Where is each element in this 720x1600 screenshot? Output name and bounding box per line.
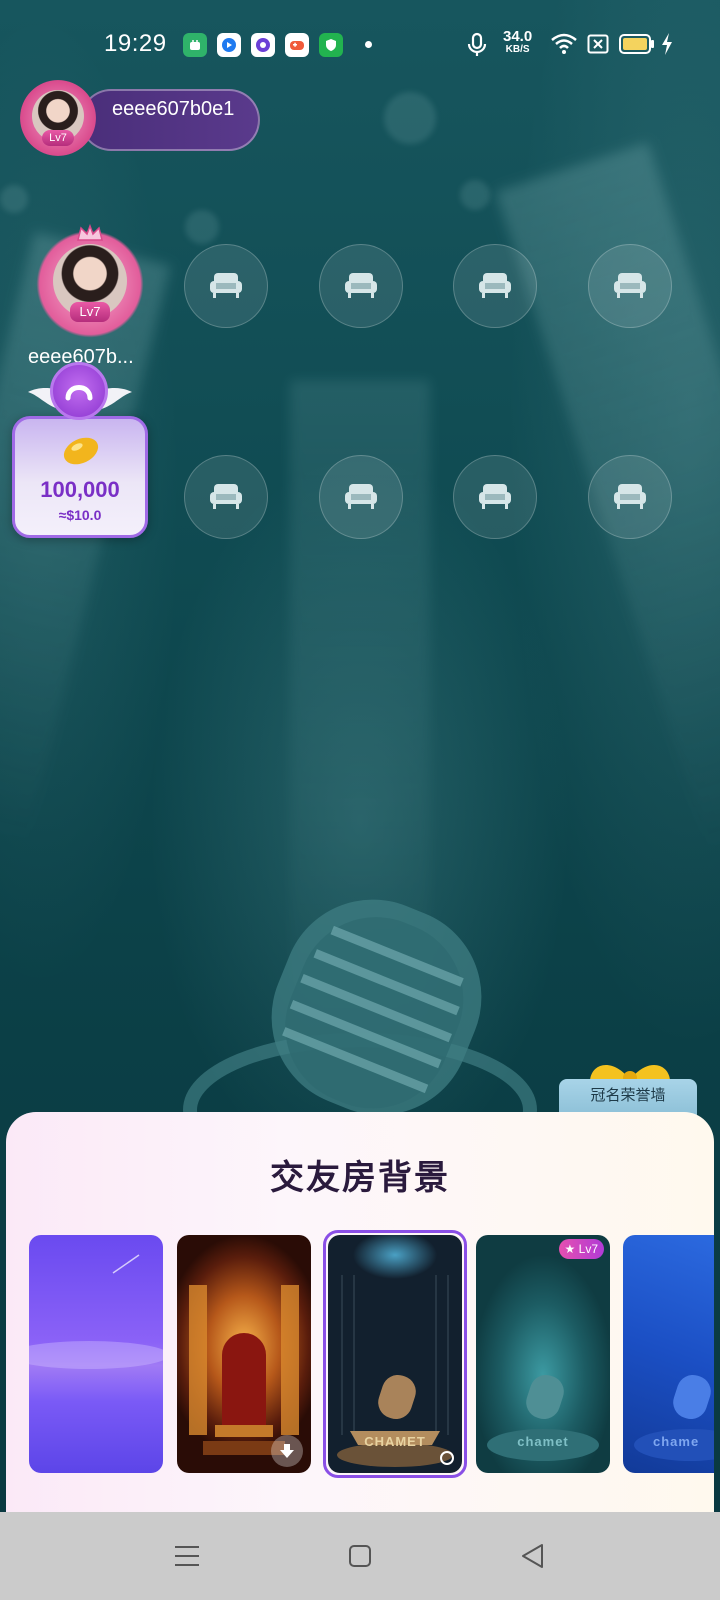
purple-background-art — [29, 1254, 163, 1369]
navigation-bar — [0, 1512, 720, 1600]
download-icon — [280, 1444, 294, 1458]
shield-app-icon — [319, 33, 343, 57]
thumb-label-chamet-teal: chamet — [517, 1434, 569, 1449]
seat-1-level-badge: Lv7 — [70, 302, 110, 322]
host-level-badge: Lv7 — [42, 130, 74, 146]
download-button[interactable] — [271, 1435, 303, 1467]
game-app-icon — [285, 33, 309, 57]
level-requirement-badge: ★ Lv7 — [558, 1239, 604, 1259]
sheet-title: 交友房背景 — [270, 1159, 450, 1197]
background-picker-sheet: 交友房背景 CHAMET chamet ★ Lv7 chame — [6, 1112, 714, 1512]
sofa-icon — [345, 273, 377, 298]
host-info-pill[interactable]: eeee607b0e1 — [80, 89, 260, 151]
net-speed-value: 34.0 — [503, 28, 533, 45]
menu-button[interactable] — [171, 1540, 203, 1572]
crown-icon — [77, 224, 103, 241]
sofa-icon — [479, 484, 511, 509]
host-avatar-frame[interactable]: Lv7 — [20, 80, 96, 156]
menu-icon — [175, 1546, 199, 1566]
sofa-icon — [479, 273, 511, 298]
empty-seat-6[interactable] — [184, 455, 268, 539]
selected-indicator-icon — [440, 1451, 454, 1465]
home-button[interactable] — [344, 1540, 376, 1572]
bean-icon — [63, 437, 99, 465]
net-speed-unit: KB/S — [505, 44, 530, 55]
reward-usd-value: ≈$10.0 — [58, 507, 102, 523]
status-time: 19:29 — [104, 30, 167, 57]
sofa-icon — [614, 484, 646, 509]
thumb-label-chamet: CHAMET — [364, 1434, 426, 1449]
bokeh-dot — [0, 185, 28, 213]
battery-icon — [619, 34, 654, 54]
sofa-icon — [614, 273, 646, 298]
microphone-icon — [467, 32, 487, 56]
empty-seat-7[interactable] — [319, 455, 403, 539]
sofa-icon — [210, 273, 242, 298]
honor-wall-button[interactable]: 冠名荣誉墙 — [559, 1079, 697, 1115]
android-app-icon — [183, 33, 207, 57]
reward-card[interactable]: 100,000 ≈$10.0 — [12, 416, 148, 538]
back-icon — [522, 1544, 543, 1568]
wifi-icon — [551, 33, 577, 54]
microphone-illustration — [183, 899, 537, 1120]
back-button[interactable] — [516, 1540, 548, 1572]
bg-option-blue-stage[interactable]: chame — [623, 1235, 714, 1473]
empty-seat-4[interactable] — [453, 244, 537, 328]
home-icon — [349, 1545, 371, 1567]
bokeh-dot — [460, 180, 490, 210]
notification-dot — [365, 41, 372, 48]
host-name: eeee607b0e1 — [112, 98, 235, 120]
bg-option-microphone-stage[interactable]: CHAMET — [328, 1235, 462, 1473]
bg-option-teal-stage[interactable]: chamet ★ Lv7 — [476, 1235, 610, 1473]
level-requirement-text: Lv7 — [578, 1242, 598, 1256]
thumb-label-chamet-blue: chame — [653, 1434, 700, 1449]
bokeh-dot — [384, 92, 436, 144]
empty-seat-3[interactable] — [319, 244, 403, 328]
seat-1-avatar-frame[interactable]: Lv7 — [36, 224, 144, 338]
empty-seat-8[interactable] — [453, 455, 537, 539]
sim-off-icon — [587, 34, 609, 54]
charging-icon — [662, 33, 672, 55]
empty-seat-2[interactable] — [184, 244, 268, 328]
purple-app-icon — [251, 33, 275, 57]
reward-mascot-icon — [50, 362, 108, 420]
star-icon: ★ — [564, 1242, 576, 1256]
reward-amount: 100,000 — [40, 477, 120, 502]
bokeh-dot — [185, 210, 219, 244]
empty-seat-9[interactable] — [588, 455, 672, 539]
bg-option-purple[interactable] — [29, 1235, 163, 1473]
status-bar: 19:29 34.0 KB/S — [0, 0, 720, 90]
sofa-icon — [345, 484, 377, 509]
network-speed: 34.0 KB/S — [503, 28, 533, 56]
bg-option-throne[interactable] — [177, 1235, 311, 1473]
empty-seat-5[interactable] — [588, 244, 672, 328]
sofa-icon — [210, 484, 242, 509]
blue-app-icon — [217, 33, 241, 57]
